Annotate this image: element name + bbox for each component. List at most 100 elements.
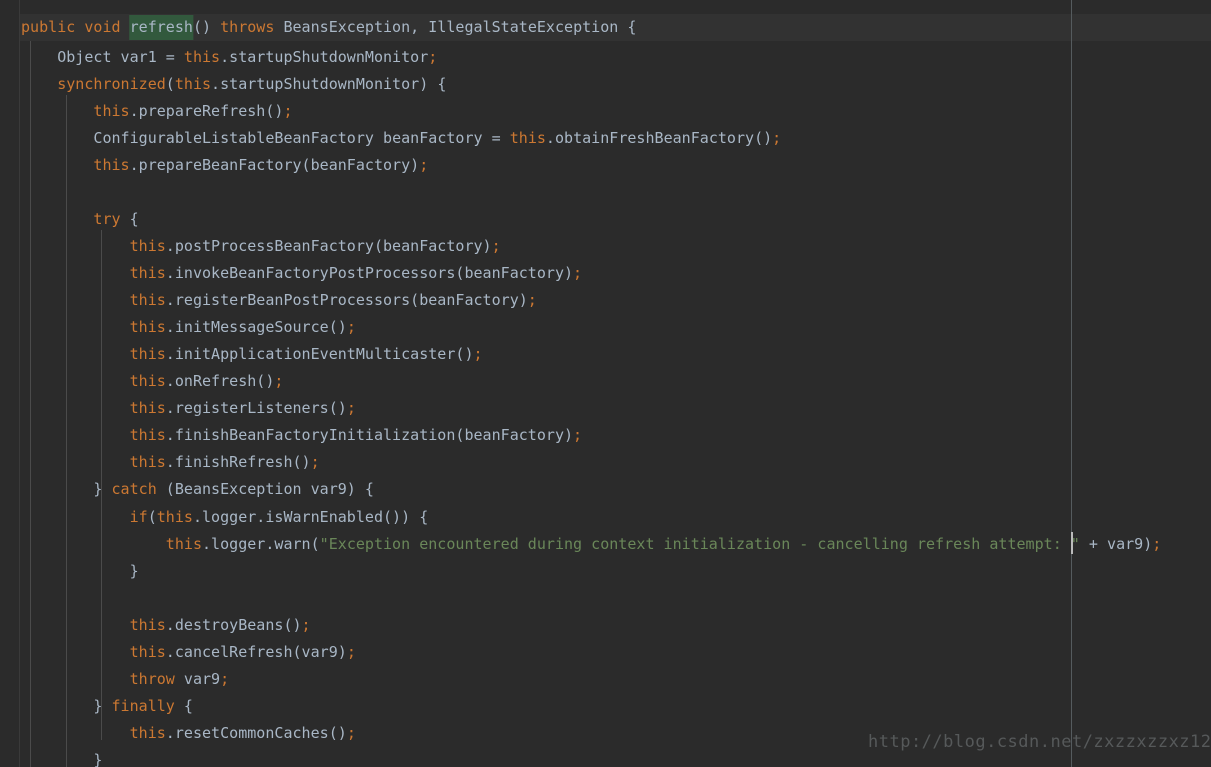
code-token-punc: . [545,129,555,147]
code-line[interactable]: this.initMessageSource(); [21,314,356,341]
code-token-method: obtainFreshBeanFactory() [554,129,773,147]
code-token-punc: ( [310,535,320,553]
code-token-semi: ; [346,318,356,336]
code-token-semi: ; [419,156,429,174]
code-token-this: this [129,345,166,363]
text-caret [1071,532,1073,554]
code-token-semi: ; [346,724,356,742]
code-token-punc: () [192,18,212,36]
code-token-this: this [93,102,130,120]
code-token-kw: throw [129,670,175,688]
code-line[interactable]: Object var1 = this.startupShutdownMonito… [21,44,437,71]
code-token-str: "Exception encountered during context in… [319,535,1080,553]
code-token-kw: catch [111,480,157,498]
code-token-punc: . [165,426,175,444]
code-token-punc: } [129,562,139,580]
code-token-semi: ; [283,102,293,120]
code-line[interactable]: this.onRefresh(); [21,368,284,395]
code-line[interactable]: this.resetCommonCaches(); [21,720,356,747]
code-token-punc: . [165,453,175,471]
code-line[interactable]: public void refresh() throws BeansExcept… [21,14,636,41]
code-token-semi: ; [573,426,583,444]
code-token-this: this [174,75,212,93]
code-token-this: this [165,535,203,553]
code-token-punc: . [165,345,175,363]
code-token-semi: ; [428,48,438,66]
code-token-semi: ; [310,453,320,471]
code-token-this: this [129,264,166,282]
code-line[interactable]: this.initApplicationEventMulticaster(); [21,341,483,368]
code-line[interactable]: this.finishBeanFactoryInitialization(bea… [21,422,583,449]
code-token-kw: throws [220,18,275,36]
code-line[interactable]: this.postProcessBeanFactory(beanFactory)… [21,233,501,260]
code-token-punc: . [165,291,175,309]
code-line[interactable]: if(this.logger.isWarnEnabled()) { [21,504,429,531]
code-line[interactable]: this.registerBeanPostProcessors(beanFact… [21,287,537,314]
code-token-semi: ; [301,616,311,634]
code-token-this: this [129,399,166,417]
code-token-method: onRefresh() [174,372,275,390]
code-line[interactable]: this.logger.warn("Exception encountered … [21,531,1162,558]
code-token-this: this [129,372,166,390]
code-line[interactable]: this.destroyBeans(); [21,612,311,639]
code-token-type: IllegalStateException [428,18,619,36]
code-token-kw: if [129,508,148,526]
code-line[interactable]: this.registerListeners(); [21,395,356,422]
code-line[interactable]: this.finishRefresh(); [21,449,320,476]
code-token-punc: . [192,508,203,526]
code-line[interactable]: synchronized(this.startupShutdownMonitor… [21,71,446,98]
code-token-method: resetCommonCaches() [174,724,347,742]
code-token-this: this [129,426,166,444]
code-token-type: BeansException [283,18,411,36]
code-token-plain: logger [202,508,257,526]
code-token-punc: ) { [419,75,447,93]
code-line[interactable]: this.invokeBeanFactoryPostProcessors(bea… [21,260,583,287]
code-token-this: this [129,453,166,471]
code-line[interactable]: throw var9; [21,666,230,693]
code-token-method: initMessageSource() [174,318,347,336]
code-token-punc: . [220,48,230,66]
code-line[interactable]: } catch (BeansException var9) { [21,476,374,503]
code-token-plain: var9) { [301,480,374,498]
code-line[interactable]: } finally { [21,693,193,720]
code-token-method: destroyBeans() [174,616,302,634]
code-line[interactable]: } [21,558,139,585]
code-token-punc: ( [165,75,175,93]
code-editor-viewport[interactable]: public void refresh() throws BeansExcept… [0,0,1211,767]
code-token-punc: . [265,535,275,553]
code-line[interactable]: this.cancelRefresh(var9); [21,639,356,666]
code-token-this: this [129,318,166,336]
code-token-method: finishBeanFactoryInitialization(beanFact… [174,426,574,444]
code-line[interactable]: ConfigurableListableBeanFactory beanFact… [21,125,781,152]
code-token-punc: . [165,643,175,661]
code-token-punc: } [93,751,103,767]
code-line[interactable]: } [21,747,102,767]
code-token-this: this [129,643,166,661]
code-token-method: prepareBeanFactory(beanFactory) [138,156,420,174]
code-token-punc: . [211,75,221,93]
code-line[interactable]: try { [21,206,138,233]
code-token-semi: ; [346,399,356,417]
code-token-semi: ; [573,264,583,282]
code-token-this: this [129,724,166,742]
code-token-punc: . [165,318,175,336]
code-token-this: this [93,156,130,174]
code-token-type: BeansException [174,480,302,498]
code-token-semi: ; [220,670,230,688]
code-token-method: initApplicationEventMulticaster() [174,345,474,363]
code-text-layer[interactable]: public void refresh() throws BeansExcept… [0,0,1211,767]
code-line[interactable]: this.prepareRefresh(); [21,98,293,125]
code-line[interactable]: this.prepareBeanFactory(beanFactory); [21,152,428,179]
